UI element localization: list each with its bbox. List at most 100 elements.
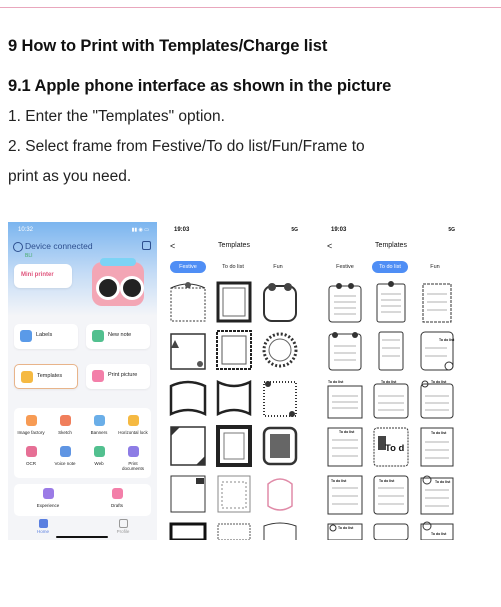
image-factory-icon: [25, 415, 37, 426]
template-thumb[interactable]: To do list: [417, 520, 457, 540]
template-thumb[interactable]: [417, 280, 457, 324]
frame-graphic: [267, 478, 293, 511]
template-thumb[interactable]: [214, 472, 254, 516]
profile-icon: [118, 519, 128, 528]
template-thumb[interactable]: To do list: [371, 472, 411, 516]
frame-graphic: [170, 475, 206, 513]
tool-label: Banners: [90, 430, 108, 435]
labels-label: Labels: [36, 332, 53, 338]
drafts-label: Drafts: [110, 503, 123, 508]
todo-tag: To do list: [431, 532, 447, 536]
tool-label: Image factory: [17, 430, 45, 435]
templates-button[interactable]: Templates: [14, 364, 78, 389]
status-icons: 5G: [448, 227, 455, 233]
subsection-heading: 9.1 Apple phone interface as shown in th…: [8, 77, 392, 95]
tab-festive[interactable]: Festive: [327, 261, 363, 273]
template-thumb[interactable]: To do list: [325, 472, 365, 516]
template-thumb[interactable]: [168, 424, 208, 468]
tool-ocr[interactable]: OCR: [14, 446, 48, 466]
template-thumb[interactable]: [325, 328, 365, 372]
template-thumb[interactable]: To do list: [371, 376, 411, 420]
todo-tag: To do list: [379, 479, 395, 483]
template-thumb[interactable]: [325, 280, 365, 324]
template-thumb[interactable]: [168, 472, 208, 516]
tool-sketch[interactable]: Sketch: [48, 415, 82, 435]
printer-illustration: [92, 258, 144, 306]
tab-fun[interactable]: Fun: [417, 261, 453, 273]
tab-to-do-list[interactable]: To do list: [372, 261, 408, 273]
sketch-icon: [59, 415, 71, 426]
tool-label: Voice note: [54, 461, 76, 466]
template-thumb[interactable]: [371, 520, 411, 540]
template-thumb[interactable]: [371, 280, 411, 324]
printer-name-card[interactable]: Mini printer: [14, 264, 72, 288]
template-thumb[interactable]: [260, 280, 300, 324]
experience-icon: [42, 488, 54, 499]
template-thumb[interactable]: To do list: [325, 376, 365, 420]
print-picture-button[interactable]: Print picture: [86, 364, 150, 389]
todo-tag: To do list: [381, 380, 397, 384]
experience-button[interactable]: Experience: [31, 488, 65, 508]
horizontal-lock-icon: [127, 415, 139, 426]
template-thumb[interactable]: [260, 328, 300, 372]
template-thumb[interactable]: [168, 376, 208, 420]
new-note-button[interactable]: New note: [86, 324, 150, 349]
template-thumb[interactable]: To do list: [417, 472, 457, 516]
tab-to-do-list[interactable]: To do list: [215, 261, 251, 273]
template-thumb[interactable]: [214, 280, 254, 324]
template-thumb[interactable]: [260, 472, 300, 516]
frame-graphic: [170, 333, 206, 370]
todo-tag: To do list: [338, 526, 354, 530]
tool-web[interactable]: Web: [82, 446, 116, 466]
todo-tag: To do list: [339, 430, 355, 434]
drafts-icon: [111, 488, 123, 499]
labels-button[interactable]: Labels: [14, 324, 78, 349]
ocr-icon: [25, 446, 37, 457]
tool-print-documents[interactable]: Print documents: [116, 446, 150, 471]
template-thumb[interactable]: [260, 520, 300, 540]
step-2-line-2: print as you need.: [8, 168, 132, 185]
tool-image-factory[interactable]: Image factory: [14, 415, 48, 435]
todo-tag: To do list: [439, 338, 455, 342]
tab-profile-label: Profile: [116, 529, 130, 534]
bluetooth-device-icon: [13, 242, 23, 252]
tool-horizontal-lock[interactable]: Horizontal lock: [116, 415, 150, 435]
template-thumb[interactable]: To do list: [417, 328, 457, 372]
tab-fun[interactable]: Fun: [260, 261, 296, 273]
template-thumb[interactable]: To do list: [417, 376, 457, 420]
template-thumb[interactable]: [214, 520, 254, 540]
template-thumb[interactable]: [260, 424, 300, 468]
template-thumb[interactable]: [371, 328, 411, 372]
scan-icon[interactable]: [142, 241, 151, 250]
template-thumb[interactable]: [214, 376, 254, 420]
template-thumb[interactable]: To do list: [325, 520, 365, 540]
frame-graphic: [216, 281, 252, 323]
template-thumb[interactable]: [214, 328, 254, 372]
todo-big-title: To d: [385, 443, 405, 454]
todo-tag: To do list: [328, 380, 344, 384]
tab-festive[interactable]: Festive: [170, 261, 206, 273]
frame-graphic: [170, 282, 206, 322]
template-thumb[interactable]: [260, 376, 300, 420]
todo-tag: To do list: [331, 479, 347, 483]
status-icons: ▮▮ ◉ ▭: [131, 227, 149, 233]
step-1: 1. Enter the "Templates" option.: [8, 108, 225, 125]
device-model: BLI: [25, 253, 33, 259]
template-thumb[interactable]: [214, 424, 254, 468]
frame-graphic: [169, 522, 207, 540]
template-thumb[interactable]: [168, 280, 208, 324]
template-thumb[interactable]: [168, 328, 208, 372]
drafts-button[interactable]: Drafts: [100, 488, 134, 508]
tool-voice-note[interactable]: Voice note: [48, 446, 82, 466]
template-thumb[interactable]: To do list: [417, 424, 457, 468]
tool-label: Web: [94, 461, 104, 466]
device-status[interactable]: Device connected: [25, 241, 93, 251]
tab-profile[interactable]: Profile: [108, 519, 138, 534]
template-thumb[interactable]: [168, 520, 208, 540]
tool-banners[interactable]: Banners: [82, 415, 116, 435]
frame-graphic: [217, 523, 251, 540]
template-thumb[interactable]: To d: [371, 424, 411, 468]
frame-graphic: [263, 381, 297, 417]
template-thumb[interactable]: To do list: [325, 424, 365, 468]
tab-home[interactable]: Home: [28, 519, 58, 534]
